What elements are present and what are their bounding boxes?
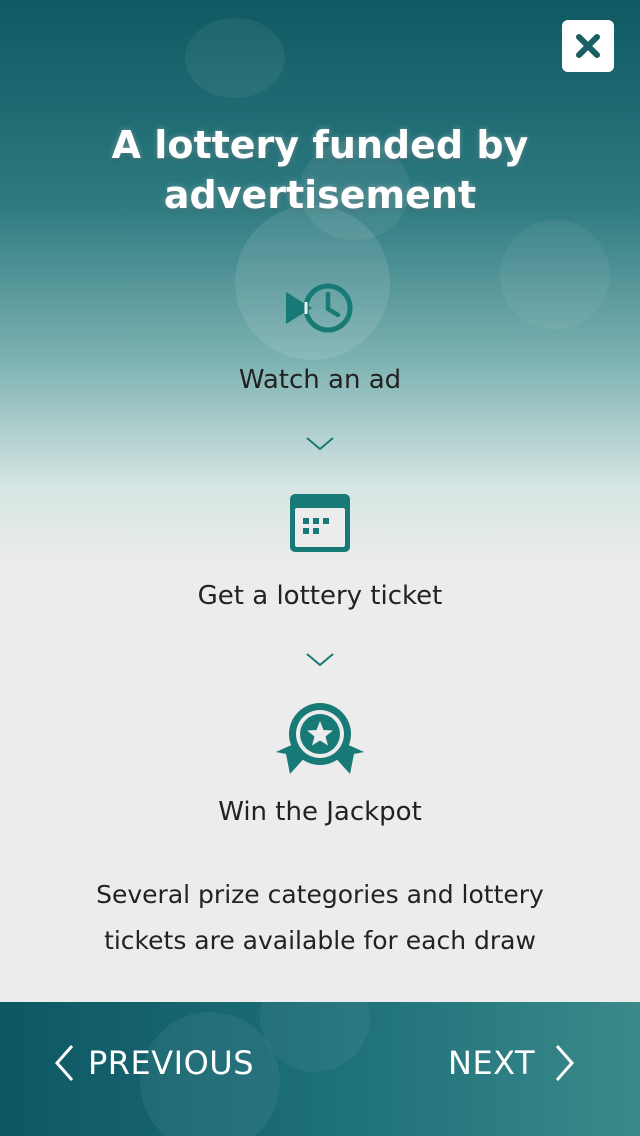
award-ribbon-icon bbox=[276, 703, 364, 774]
step-label-watch-ad: Watch an ad bbox=[238, 365, 402, 395]
page-title: A lottery funded by advertisement bbox=[111, 123, 529, 217]
step-label-win-jackpot: Win the Jackpot bbox=[218, 797, 422, 827]
chevron-left-icon bbox=[54, 1045, 74, 1081]
bokeh-decoration bbox=[500, 220, 610, 330]
previous-label: PREVIOUS bbox=[88, 1044, 254, 1082]
close-icon bbox=[576, 34, 600, 58]
chevron-down-icon bbox=[306, 653, 334, 667]
chevron-right-icon bbox=[555, 1045, 575, 1081]
play-history-icon bbox=[286, 283, 353, 333]
footer-nav-bar: PREVIOUS NEXT bbox=[0, 1002, 640, 1136]
next-button[interactable]: NEXT bbox=[448, 1038, 577, 1088]
bokeh-decoration bbox=[185, 18, 285, 98]
chevron-down-icon bbox=[306, 437, 334, 451]
ticket-calendar-icon bbox=[290, 494, 350, 552]
bokeh-decoration bbox=[260, 1002, 370, 1072]
previous-button[interactable]: PREVIOUS bbox=[52, 1038, 254, 1088]
prize-description: Several prize categories and lottery tic… bbox=[96, 880, 544, 955]
next-label: NEXT bbox=[448, 1044, 536, 1082]
close-button[interactable] bbox=[562, 20, 614, 72]
step-label-get-ticket: Get a lottery ticket bbox=[197, 581, 443, 611]
